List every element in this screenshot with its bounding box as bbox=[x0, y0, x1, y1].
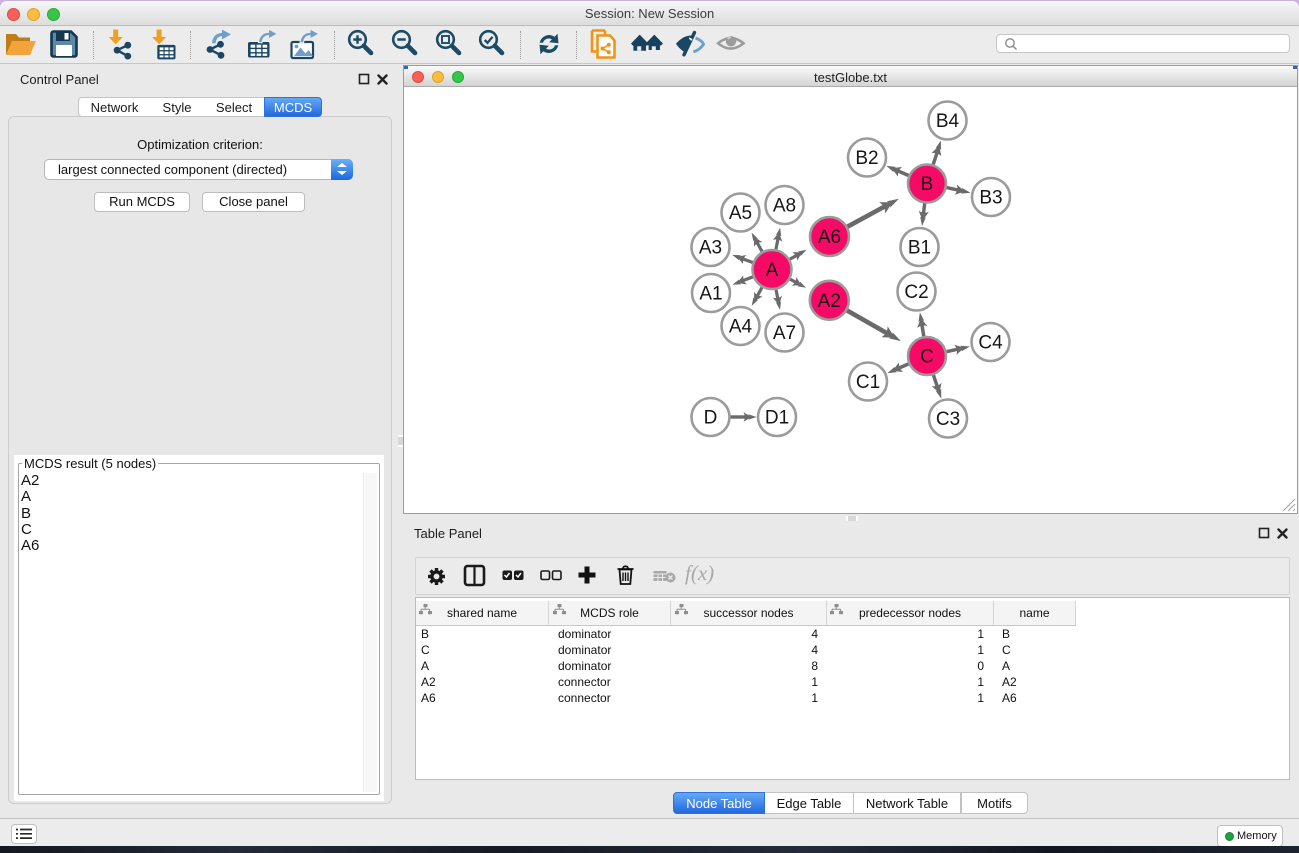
svg-text:C1: C1 bbox=[856, 372, 880, 393]
svg-text:B4: B4 bbox=[936, 111, 960, 132]
svg-text:B: B bbox=[921, 174, 934, 195]
svg-text:C2: C2 bbox=[904, 282, 928, 303]
svg-text:A6: A6 bbox=[818, 227, 841, 248]
svg-text:A5: A5 bbox=[729, 203, 752, 224]
svg-text:A3: A3 bbox=[699, 238, 722, 259]
svg-text:D1: D1 bbox=[765, 408, 789, 429]
svg-text:A7: A7 bbox=[773, 323, 796, 344]
svg-text:A8: A8 bbox=[773, 196, 796, 217]
svg-text:B1: B1 bbox=[908, 238, 931, 259]
svg-text:D: D bbox=[704, 408, 718, 429]
svg-text:C: C bbox=[920, 347, 934, 368]
svg-text:A: A bbox=[766, 260, 779, 281]
svg-text:B2: B2 bbox=[855, 148, 878, 169]
svg-text:A4: A4 bbox=[729, 317, 753, 338]
svg-text:B3: B3 bbox=[979, 188, 1002, 209]
svg-text:C4: C4 bbox=[978, 333, 1003, 354]
svg-text:A2: A2 bbox=[818, 291, 841, 312]
svg-text:C3: C3 bbox=[936, 409, 960, 430]
svg-text:A1: A1 bbox=[699, 284, 722, 305]
